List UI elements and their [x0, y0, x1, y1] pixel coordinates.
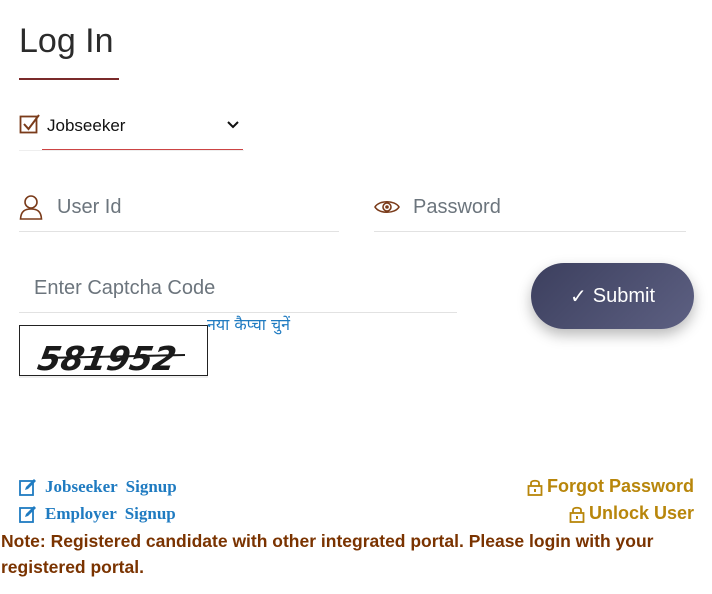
userid-underline	[19, 231, 339, 232]
submit-button[interactable]: ✓ Submit	[531, 263, 694, 329]
eye-icon[interactable]	[374, 198, 400, 216]
submit-label: Submit	[592, 284, 655, 307]
checkbox-checked-icon	[19, 114, 40, 134]
password-underline	[374, 231, 686, 232]
userid-input[interactable]	[57, 193, 337, 221]
unlock-icon	[569, 506, 585, 523]
role-select-underline	[42, 149, 243, 150]
check-icon: ✓	[569, 285, 587, 308]
title-underline	[19, 78, 119, 80]
user-icon	[19, 195, 43, 220]
role-select-row[interactable]: Jobseeker	[19, 108, 244, 150]
page-title: Log In	[19, 22, 114, 60]
employer-signup-link[interactable]: Employer Signup	[19, 504, 176, 524]
unlock-user-label: Unlock User	[588, 503, 694, 523]
captcha-refresh-link[interactable]: नया कैप्चा चुनें	[207, 313, 290, 335]
edit-icon	[19, 479, 36, 496]
jobseeker-signup-label: Jobseeker Signup	[45, 477, 177, 496]
captcha-input[interactable]	[34, 274, 434, 302]
edit-icon	[19, 506, 36, 523]
forgot-password-label: Forgot Password	[546, 476, 694, 496]
password-input[interactable]	[413, 193, 683, 221]
captcha-image: 581952	[19, 325, 208, 376]
unlock-user-link[interactable]: Unlock User	[569, 503, 694, 524]
role-divider	[19, 150, 244, 151]
employer-signup-label: Employer Signup	[45, 504, 176, 523]
chevron-down-icon	[227, 121, 239, 129]
captcha-divider	[19, 376, 208, 378]
forgot-password-link[interactable]: Forgot Password	[527, 476, 694, 497]
registration-note: Note: Registered candidate with other in…	[1, 531, 654, 577]
jobseeker-signup-link[interactable]: Jobseeker Signup	[19, 477, 177, 497]
lock-icon	[527, 479, 543, 496]
role-select[interactable]: Jobseeker	[47, 116, 125, 136]
